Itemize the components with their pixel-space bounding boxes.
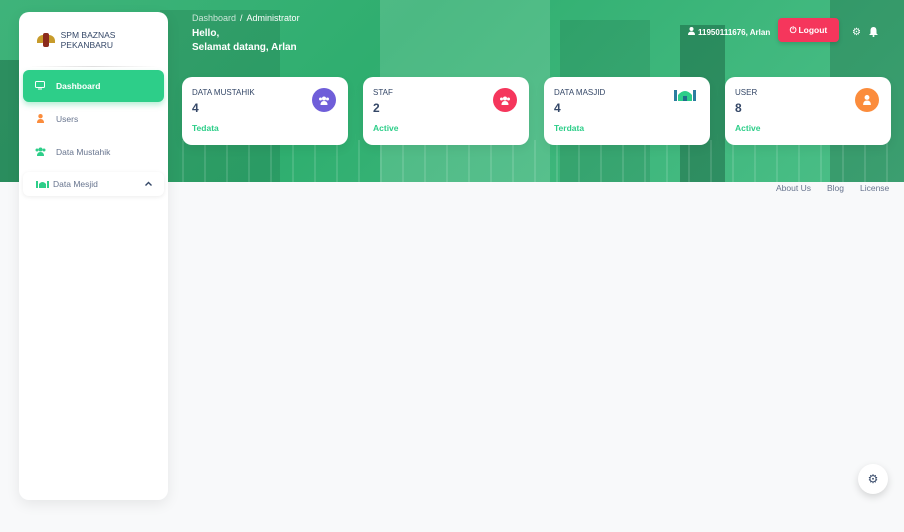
stat-card-user[interactable]: USER 8 Active xyxy=(725,77,891,145)
user-icon xyxy=(855,88,879,112)
breadcrumb-parent[interactable]: Dashboard xyxy=(192,13,236,23)
card-status: Terdata xyxy=(554,123,585,133)
users-icon xyxy=(493,88,517,112)
sidebar-item-label: Users xyxy=(56,114,79,124)
current-user[interactable]: 11950111676, Arlan xyxy=(688,27,770,37)
footer-link-blog[interactable]: Blog xyxy=(827,183,844,193)
greeting-line-1: Hello, xyxy=(192,28,220,39)
card-title: USER xyxy=(735,88,758,97)
users-icon xyxy=(312,88,336,112)
current-user-label: 11950111676, Arlan xyxy=(698,27,771,37)
card-title: DATA MASJID xyxy=(554,88,606,97)
sidebar-item-users[interactable]: Users xyxy=(23,103,164,135)
stat-card-data-mustahik[interactable]: DATA MUSTAHIK 4 Tedata xyxy=(182,77,348,145)
gear-icon[interactable]: ⚙ xyxy=(852,27,861,38)
sidebar: SPM BAZNAS PEKANBARU Dashboard Users Dat… xyxy=(19,12,168,500)
card-status: Active xyxy=(735,123,761,133)
gear-icon: ⚙ xyxy=(867,472,879,486)
card-status: Tedata xyxy=(192,123,219,133)
sidebar-item-label: Data Mesjid xyxy=(53,179,98,189)
garuda-logo-icon xyxy=(37,31,55,49)
brand-name: SPM BAZNAS PEKANBARU xyxy=(60,30,116,50)
user-icon xyxy=(35,113,45,125)
logout-button[interactable]: ⏻ Logout xyxy=(778,18,839,42)
stat-card-staf[interactable]: STAF 2 Active xyxy=(363,77,529,145)
bell-icon[interactable] xyxy=(869,27,878,40)
footer-link-license[interactable]: License xyxy=(860,183,889,193)
sidebar-item-label: Dashboard xyxy=(56,81,101,91)
card-value: 4 xyxy=(554,101,561,115)
card-value: 4 xyxy=(192,101,199,115)
card-value: 2 xyxy=(373,101,380,115)
card-title: STAF xyxy=(373,88,393,97)
mosque-icon xyxy=(674,87,696,101)
breadcrumb-current: Administrator xyxy=(246,13,300,23)
sidebar-item-data-mustahik[interactable]: Data Mustahik xyxy=(23,136,164,168)
footer-links: About Us Blog License xyxy=(776,183,889,193)
chevron-up-icon[interactable] xyxy=(145,178,152,188)
power-icon: ⏻ xyxy=(789,24,797,35)
mosque-icon xyxy=(35,179,49,190)
breadcrumb: Dashboard / Administrator xyxy=(192,13,300,23)
card-status: Active xyxy=(373,123,399,133)
sidebar-item-dashboard[interactable]: Dashboard xyxy=(23,70,164,102)
users-icon xyxy=(35,147,46,158)
greeting-line-2: Selamat datang, Arlan xyxy=(192,42,297,53)
settings-fab-button[interactable]: ⚙ xyxy=(858,464,888,494)
brand[interactable]: SPM BAZNAS PEKANBARU xyxy=(37,30,168,50)
greeting: Hello, Selamat datang, Arlan xyxy=(192,27,297,55)
sidebar-divider xyxy=(29,66,158,67)
breadcrumb-separator: / xyxy=(240,13,243,23)
footer-link-about-us[interactable]: About Us xyxy=(776,183,811,193)
stat-card-data-masjid[interactable]: DATA MASJID 4 Terdata xyxy=(544,77,710,145)
sidebar-item-data-mesjid[interactable]: Data Mesjid xyxy=(23,172,164,196)
monitor-icon xyxy=(35,80,45,92)
logout-label: Logout xyxy=(798,25,828,35)
sidebar-item-label: Data Mustahik xyxy=(56,147,111,157)
user-icon xyxy=(688,27,695,37)
card-value: 8 xyxy=(735,101,742,115)
card-title: DATA MUSTAHIK xyxy=(192,88,255,97)
